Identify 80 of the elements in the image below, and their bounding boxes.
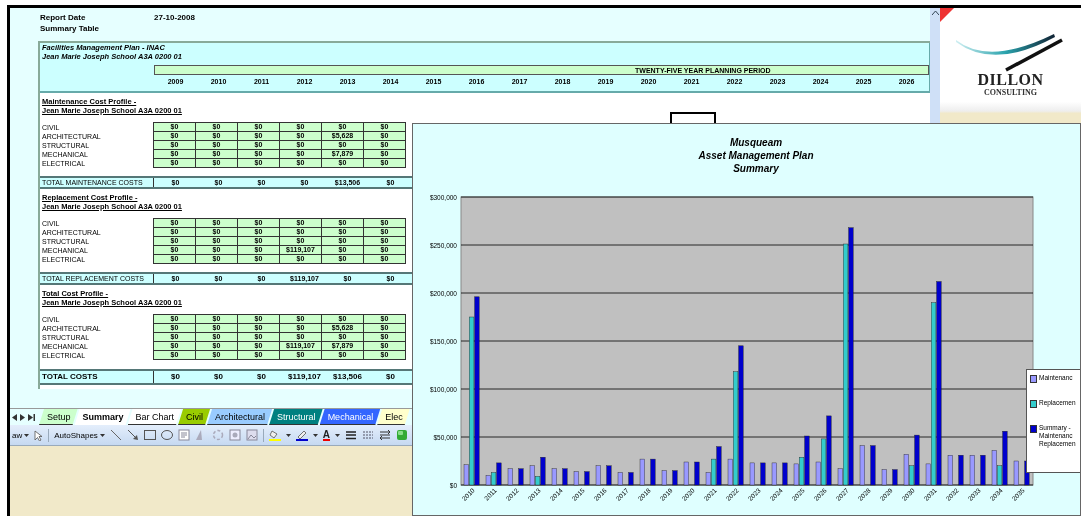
total-cell-text: $119,107 bbox=[287, 371, 322, 383]
total-cell-text: $0 bbox=[213, 371, 224, 383]
oval-icon[interactable] bbox=[160, 429, 173, 441]
first-sheet-icon[interactable] bbox=[12, 413, 17, 421]
bar bbox=[859, 445, 865, 486]
rectangle-icon[interactable] bbox=[143, 429, 156, 441]
sheet-tab[interactable]: Structural bbox=[269, 409, 323, 425]
bar bbox=[650, 458, 656, 486]
last-sheet-icon[interactable] bbox=[28, 413, 35, 421]
report-date: 27-10-2008 bbox=[154, 12, 195, 23]
total-cell-text: $0 bbox=[256, 371, 267, 383]
caret-icon bbox=[312, 433, 318, 437]
sheet-tab[interactable]: Summary bbox=[74, 409, 131, 425]
bar bbox=[683, 461, 689, 486]
total-cell-text: $0 bbox=[385, 371, 396, 383]
sheet-tab[interactable]: Setup bbox=[39, 409, 78, 425]
bar bbox=[694, 461, 700, 486]
bar bbox=[661, 470, 667, 486]
bar bbox=[870, 445, 876, 486]
bar bbox=[617, 472, 623, 486]
legend-swatch bbox=[1030, 425, 1037, 433]
bar bbox=[573, 471, 579, 486]
report-subtitle: Summary Table bbox=[40, 23, 100, 34]
bar bbox=[518, 468, 524, 486]
picture-icon[interactable] bbox=[245, 429, 258, 441]
pointer-icon[interactable] bbox=[34, 429, 44, 441]
sheet-tab[interactable]: Mechanical bbox=[319, 409, 381, 425]
logo-tagline: CONSULTING bbox=[983, 88, 1038, 98]
total-cell-text: $0 bbox=[170, 371, 181, 383]
sheet-tab[interactable]: Bar Chart bbox=[127, 409, 182, 425]
caret-icon bbox=[335, 433, 341, 437]
bar bbox=[892, 469, 898, 486]
line-icon[interactable] bbox=[109, 429, 122, 441]
bar bbox=[771, 462, 777, 486]
bar bbox=[584, 471, 590, 486]
total-label: TOTAL COSTS bbox=[40, 371, 154, 383]
bar bbox=[551, 468, 557, 486]
bar bbox=[980, 455, 986, 486]
bar bbox=[1013, 460, 1019, 486]
corner-triangle-icon bbox=[940, 8, 954, 22]
bar bbox=[672, 470, 678, 486]
caret-icon bbox=[24, 433, 30, 437]
arrow-style-icon[interactable] bbox=[379, 429, 392, 441]
bar bbox=[782, 462, 788, 486]
arrow-icon[interactable] bbox=[126, 429, 139, 441]
chart-title: Summary bbox=[733, 163, 779, 174]
bar bbox=[749, 462, 755, 486]
clip-art-icon[interactable] bbox=[228, 429, 241, 441]
next-sheet-icon[interactable] bbox=[20, 413, 25, 421]
scrollbar[interactable] bbox=[930, 8, 940, 125]
bar bbox=[969, 455, 975, 486]
report-date-label: Report Date bbox=[40, 12, 87, 23]
sheet-tab[interactable]: Architectural bbox=[207, 409, 273, 425]
fill-color-icon[interactable] bbox=[268, 429, 281, 441]
bar bbox=[639, 458, 645, 486]
bar bbox=[628, 472, 634, 486]
bar bbox=[606, 465, 612, 486]
line-style-icon[interactable] bbox=[345, 429, 358, 441]
caret-icon bbox=[99, 433, 105, 437]
logo-name: DILLON bbox=[977, 72, 1044, 88]
sheet-tab[interactable]: Elec bbox=[377, 409, 410, 425]
bar bbox=[595, 465, 601, 486]
caret-icon bbox=[285, 433, 291, 437]
chart-title: Asset Management Plan bbox=[698, 150, 814, 161]
bar bbox=[562, 468, 568, 486]
autoshapes-menu[interactable]: AutoShapes bbox=[54, 430, 105, 440]
draw-menu[interactable]: aw bbox=[12, 430, 30, 440]
bar bbox=[958, 455, 964, 486]
sheet-tab[interactable]: Civil bbox=[178, 409, 211, 425]
scroll-up-icon[interactable] bbox=[931, 11, 939, 15]
line-color-icon[interactable] bbox=[295, 429, 308, 441]
bar bbox=[507, 468, 513, 486]
chart-title: Musqueam bbox=[729, 137, 783, 148]
bar bbox=[881, 469, 887, 486]
legend-swatch bbox=[1030, 375, 1037, 383]
legend-swatch bbox=[1030, 400, 1037, 408]
bar bbox=[760, 462, 766, 486]
bar bbox=[947, 455, 953, 486]
total-cell-text: $13,506 bbox=[332, 371, 363, 383]
font-color-button[interactable]: A bbox=[322, 429, 331, 441]
